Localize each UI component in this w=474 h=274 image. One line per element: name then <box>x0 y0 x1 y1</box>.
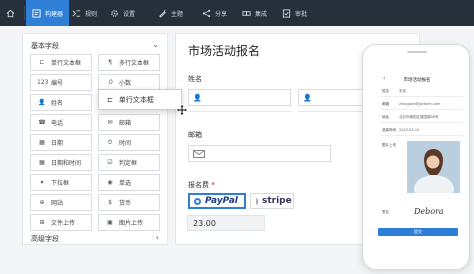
field-website[interactable]: ⊕ 网站 <box>30 194 92 211</box>
approval-icon <box>282 8 291 18</box>
tab-theme[interactable]: 主题 <box>158 0 183 26</box>
chevron-down-icon[interactable]: ⌄ <box>152 40 159 49</box>
envelope-icon <box>193 149 205 158</box>
phone-speaker <box>407 51 427 53</box>
first-name-input[interactable]: 👤 <box>188 89 291 106</box>
field-currency[interactable]: $ 货币 <box>98 194 160 211</box>
field-phone[interactable]: ☎ 电话 <box>30 114 92 131</box>
envelope-icon: ✉ <box>107 119 113 126</box>
fee-label: 报名费 * <box>188 181 215 189</box>
field-date[interactable]: ▦ 日期 <box>30 134 92 151</box>
globe-icon: ⊕ <box>39 199 45 206</box>
top-toolbar: 构建器 规则 设置 主题 分享 集成 审批 <box>0 0 474 26</box>
signature-image: Debora <box>413 207 444 216</box>
field-email[interactable]: ✉ 邮箱 <box>98 114 160 131</box>
paragraph-icon: ¶ <box>108 59 112 66</box>
field-name[interactable]: 👤 姓名 <box>30 94 92 111</box>
tab-approval[interactable]: 审批 <box>282 0 307 26</box>
dropdown-icon: ▾ <box>40 179 44 186</box>
home-icon[interactable] <box>6 0 15 26</box>
person-icon: 👤 <box>38 99 46 106</box>
tab-integration-label: 集成 <box>255 10 268 18</box>
field-dropdown[interactable]: ▾ 下拉框 <box>30 174 92 191</box>
email-label: 邮箱 <box>188 131 202 139</box>
chevron-left-icon[interactable]: ‹ <box>156 233 159 242</box>
tab-approval-label: 审批 <box>295 10 308 18</box>
mobile-form-title: 市场活动报名 <box>403 78 431 83</box>
mobile-row: 姓名 张伟 <box>381 88 463 97</box>
file-icon: ⊞ <box>39 219 45 226</box>
field-time[interactable]: ⏱ 时间 <box>98 134 160 151</box>
decimal-icon: .0 <box>107 79 113 86</box>
field-checkbox[interactable]: ☑ 判定框 <box>98 154 160 171</box>
required-mark: * <box>211 181 215 189</box>
email-input[interactable] <box>188 145 331 162</box>
tab-integration[interactable]: 集成 <box>242 0 267 26</box>
mobile-row: 邮箱 zhangwei@jotform.com <box>381 101 463 110</box>
tab-settings[interactable]: 设置 <box>110 0 135 26</box>
number-icon: 123 <box>37 79 49 86</box>
field-single-line[interactable]: ⊏ 单行文本框 <box>30 54 92 71</box>
field-image-upload[interactable]: ▣ 图片上传 <box>98 214 160 231</box>
phone-icon: ☎ <box>38 119 46 126</box>
mobile-row: 地址 北京市朝阳区建国路88号 <box>381 114 463 123</box>
radio-icon: ◉ <box>107 179 113 186</box>
field-datetime[interactable]: ▦ 日期和时间 <box>30 154 92 171</box>
dragged-field[interactable]: ⊏ 单行文本框 <box>98 89 182 110</box>
amount-field[interactable]: 23.00 <box>187 215 265 231</box>
tab-share-label: 分享 <box>215 10 228 18</box>
tab-theme-label: 主题 <box>171 10 184 18</box>
name-label: 姓名 <box>188 75 202 83</box>
move-cursor-icon <box>176 104 188 116</box>
tab-builder-label: 构建器 <box>45 10 64 18</box>
tab-rules-label: 规则 <box>85 10 98 18</box>
field-palette: 基本字段 ⌄ ⊏ 单行文本框 ¶ 多行文本框 123 编号 .0 小数 👤 姓名 ✉ 邮箱 … <box>22 33 168 245</box>
mobile-submit-button[interactable]: 提交 <box>378 228 458 236</box>
stripe-logo: stripe <box>262 196 292 206</box>
calendar-clock-icon: ▦ <box>39 159 45 166</box>
calendar-icon: ▦ <box>39 139 45 146</box>
person-icon: 👤 <box>303 93 312 102</box>
paypal-logo: PayPal <box>205 196 238 206</box>
form-title[interactable]: 市场活动报名 <box>188 42 260 59</box>
currency-icon: $ <box>108 199 112 206</box>
integration-icon <box>242 10 251 16</box>
tab-share[interactable]: 分享 <box>202 0 227 26</box>
name-sub-line <box>188 107 291 112</box>
tab-settings-label: 设置 <box>123 10 136 18</box>
single-line-icon: ⊏ <box>107 95 113 104</box>
payment-stripe[interactable]: stripe <box>250 193 294 209</box>
build-icon <box>32 8 41 18</box>
signature-text: Debora <box>413 207 444 216</box>
rules-icon <box>72 9 81 17</box>
tab-rules[interactable]: 规则 <box>72 0 97 26</box>
image-icon: ▣ <box>107 219 113 226</box>
dragged-field-label: 单行文本框 <box>118 95 154 104</box>
theme-icon <box>159 9 166 18</box>
tab-builder[interactable]: 构建器 <box>26 0 70 26</box>
basic-fields-header[interactable]: 基本字段 <box>31 41 59 51</box>
field-file-upload[interactable]: ⊞ 文件上传 <box>30 214 92 231</box>
clock-icon: ⏱ <box>107 138 113 146</box>
single-line-icon: ⊏ <box>39 59 45 66</box>
mobile-signature-label: 签名 <box>382 210 389 214</box>
field-radio[interactable]: ◉ 单选 <box>98 174 160 191</box>
field-number[interactable]: 123 编号 <box>30 74 92 91</box>
radio-selected-icon <box>194 197 201 205</box>
payment-paypal[interactable]: PayPal <box>188 193 246 209</box>
person-icon: 👤 <box>193 93 202 102</box>
share-icon <box>202 9 211 17</box>
mobile-photo-label: 图片上传 <box>382 143 396 147</box>
advanced-fields-header[interactable]: 高级字段 <box>31 234 59 244</box>
mobile-row: 选择时间 2023-05-10 <box>381 127 463 136</box>
checkbox-icon: ☑ <box>107 159 113 166</box>
uploaded-photo <box>407 141 460 193</box>
gear-icon <box>111 9 118 17</box>
field-multi-line[interactable]: ¶ 多行文本框 <box>98 54 160 71</box>
radio-icon <box>256 197 258 205</box>
